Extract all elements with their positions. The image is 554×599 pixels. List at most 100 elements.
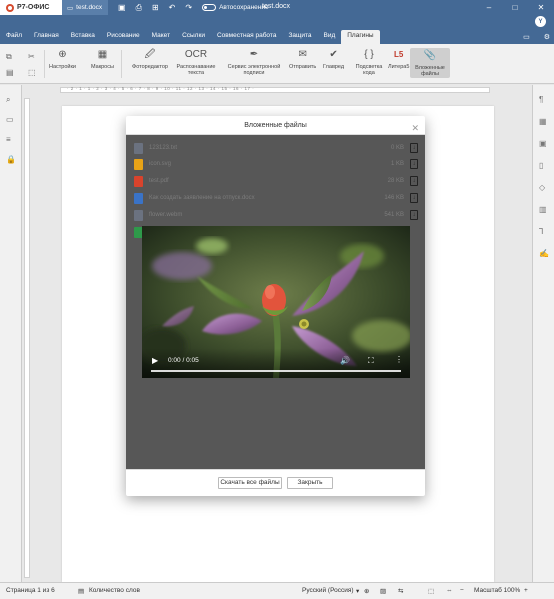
document-tab[interactable]: ▭ test.docx	[62, 0, 108, 15]
download-icon[interactable]: ↓	[410, 176, 418, 186]
fit-width-icon[interactable]: ⇔	[446, 587, 453, 594]
print-icon[interactable]: ⎙	[136, 3, 142, 13]
video-time: 0:00 / 0:05	[168, 357, 199, 364]
file-name: icon.svg	[149, 161, 172, 167]
fit-page-icon[interactable]: ⬚	[428, 587, 434, 595]
zoom-level: Масштаб 100%	[474, 587, 521, 594]
e-signature-button[interactable]: ✒ Сервис электронной подписи	[222, 48, 286, 77]
tab-home[interactable]: Главная	[28, 31, 65, 44]
signature-settings-icon[interactable]: ✍	[539, 249, 549, 258]
download-icon[interactable]: ↓	[410, 143, 418, 153]
status-bar: Страница 1 из 6 ▤ Количество слов Русски…	[0, 582, 554, 599]
page-indicator[interactable]: Страница 1 из 6	[6, 587, 55, 594]
more-options-icon[interactable]: ⋮	[395, 355, 403, 364]
file-row[interactable]: flower.webm 541 KB ↓	[134, 207, 418, 223]
tab-plugins[interactable]: Плагины	[341, 30, 380, 44]
download-icon[interactable]: ↓	[410, 159, 418, 169]
file-size: 28 KB	[387, 178, 404, 184]
save-icon[interactable]: ▣	[118, 3, 126, 12]
photo-editor-button[interactable]: 🖉 Фоторедактор	[129, 48, 171, 71]
copy-icon[interactable]: ⧉	[6, 52, 12, 62]
shape-settings-icon[interactable]: ◇	[539, 183, 545, 192]
download-icon[interactable]: ↓	[410, 210, 418, 220]
autosave-toggle[interactable]: Автосохранение	[202, 4, 269, 11]
file-name: 123123.txt	[149, 145, 178, 151]
tab-references[interactable]: Ссылки	[176, 31, 211, 44]
word-count[interactable]: Количество слов	[89, 587, 140, 594]
code-highlight-button[interactable]: { } Подсветка кода	[352, 48, 386, 77]
globe-icon[interactable]: ⊕	[364, 587, 369, 595]
close-button[interactable]: Закрыть	[287, 477, 333, 489]
zoom-in-icon[interactable]: +	[524, 587, 528, 594]
litera5-icon: L5	[394, 50, 404, 59]
file-name: flower.webm	[149, 212, 183, 218]
video-player[interactable]: ▶ 0:00 / 0:05 🔊 ⛶ ⋮	[142, 226, 410, 378]
paragraph-settings-icon[interactable]: ¶	[539, 95, 543, 104]
volume-icon[interactable]: 🔊	[340, 356, 350, 365]
maximize-icon[interactable]: □	[502, 0, 528, 15]
tab-protection[interactable]: Защита	[282, 31, 317, 44]
download-all-button[interactable]: Скачать все файлы	[218, 477, 282, 489]
play-icon[interactable]: ▶	[152, 356, 158, 365]
search-icon[interactable]: ⌕	[6, 95, 10, 105]
file-size: 146 KB	[384, 195, 404, 201]
macros-button[interactable]: ▦ Макросы	[91, 48, 114, 71]
paste-icon[interactable]: ▤	[6, 68, 14, 77]
redo-icon[interactable]: ↷	[185, 3, 192, 12]
quick-access-toolbar: ▣ ⎙ ⊞ ↶ ↷	[118, 3, 192, 13]
navigation-icon[interactable]: ≡	[6, 135, 11, 144]
minimize-icon[interactable]: –	[476, 0, 502, 15]
open-location-icon[interactable]: ▭	[523, 33, 530, 41]
file-row[interactable]: 123123.txt 0 KB ↓	[134, 140, 418, 156]
menu-right-icons: ▭ ⚙	[523, 33, 550, 41]
user-avatar[interactable]: Y	[535, 16, 546, 27]
image-settings-icon[interactable]: ▣	[539, 139, 547, 148]
attached-files-button[interactable]: 📎 Вложенные файлы	[410, 48, 450, 78]
close-window-icon[interactable]: ✕	[528, 0, 554, 15]
ocr-button[interactable]: OCR Распознавание текста	[174, 48, 218, 77]
ocr-icon: OCR	[184, 49, 208, 60]
tab-file[interactable]: Файл	[0, 31, 28, 44]
tab-layout[interactable]: Макет	[146, 31, 176, 44]
send-button[interactable]: ✉ Отправить	[289, 48, 316, 71]
track-changes-icon[interactable]: ⇆	[398, 587, 403, 595]
tab-view[interactable]: Вид	[317, 31, 341, 44]
fullscreen-icon[interactable]: ⛶	[368, 356, 374, 366]
header-footer-icon[interactable]: ▯	[539, 161, 543, 170]
chart-settings-icon[interactable]: ▥	[539, 205, 547, 214]
tab-insert[interactable]: Вставка	[65, 31, 101, 44]
file-row[interactable]: Как создать заявление на отпуск.docx 146…	[134, 190, 418, 206]
file-row[interactable]: icon.svg 1 KB ↓	[134, 156, 418, 172]
lock-icon[interactable]: 🔒	[6, 155, 16, 164]
file-size: 541 KB	[384, 212, 404, 218]
toggle-switch-icon[interactable]	[202, 4, 217, 11]
comments-icon[interactable]: ▭	[6, 115, 14, 124]
spellcheck-icon[interactable]: ▨	[380, 587, 386, 595]
file-row[interactable]: test.pdf 28 KB ↓	[134, 173, 418, 189]
svg-file-icon	[134, 158, 143, 170]
attached-files-dialog: Вложенные файлы ✕ 123123.txt 0 KB ↓ icon…	[126, 116, 425, 496]
download-icon[interactable]: ↓	[410, 193, 418, 203]
select-all-icon[interactable]: ⬚	[28, 68, 36, 77]
glavred-button[interactable]: ✔ Главред	[323, 48, 344, 71]
photo-editor-label: Фоторедактор	[132, 64, 168, 70]
litera5-button[interactable]: L5 Литера5	[388, 48, 409, 71]
cut-icon[interactable]: ✂	[28, 52, 35, 61]
language-select[interactable]: Русский (Россия)	[302, 587, 354, 594]
video-progress-bar[interactable]	[151, 370, 401, 372]
file-size: 0 KB	[390, 145, 404, 151]
file-name: Как создать заявление на отпуск.docx	[149, 195, 255, 201]
tab-collaboration[interactable]: Совместная работа	[211, 31, 282, 44]
table-settings-icon[interactable]: ▦	[539, 117, 547, 126]
doc-icon: ▭	[67, 4, 74, 12]
glavred-icon: ✔	[329, 49, 338, 60]
text-art-icon[interactable]: Ꞁ	[539, 227, 543, 236]
quick-print-icon[interactable]: ⊞	[152, 3, 159, 12]
settings-icon[interactable]: ⚙	[544, 33, 550, 41]
vertical-ruler[interactable]	[24, 98, 30, 578]
tab-draw[interactable]: Рисование	[101, 31, 146, 44]
horizontal-ruler[interactable]: · 2 · 1 · 1 · 2 · 3 · 4 · 5 · 6 · 7 · 8 …	[60, 86, 490, 93]
zoom-out-icon[interactable]: −	[460, 587, 464, 594]
undo-icon[interactable]: ↶	[169, 3, 176, 12]
plugin-settings-button[interactable]: ⊕ Настройки	[49, 48, 76, 71]
